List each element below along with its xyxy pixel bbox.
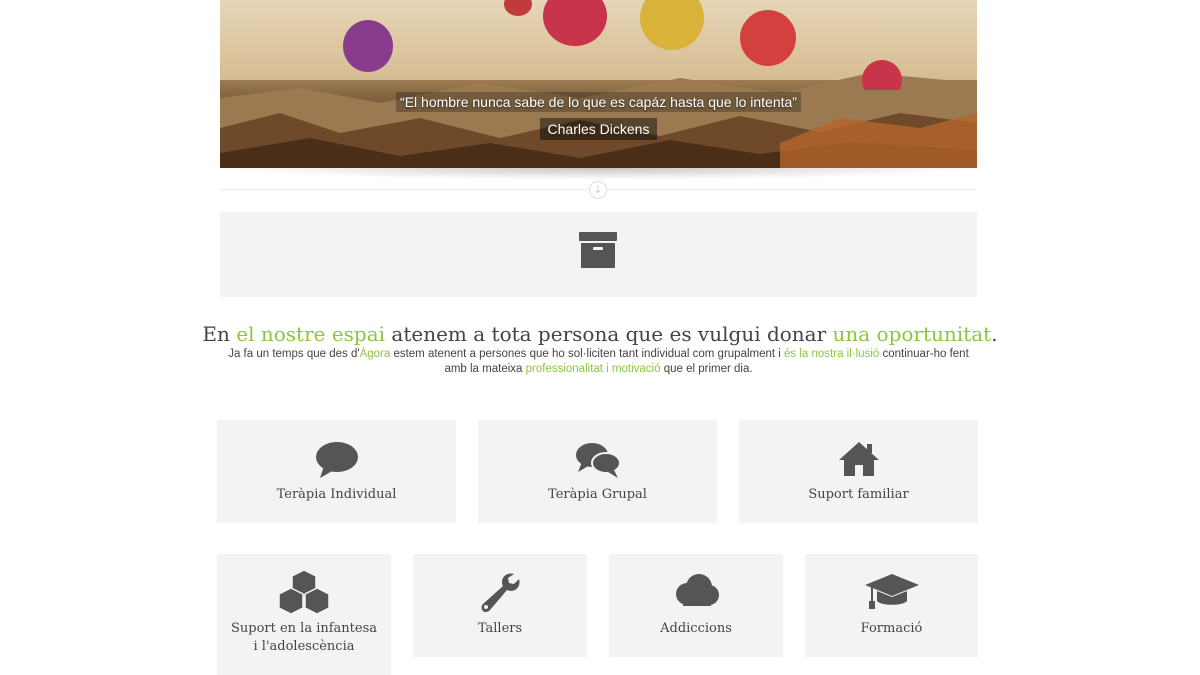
cubes-icon (278, 570, 330, 614)
cloud-icon (676, 574, 719, 606)
hero-quote: “El hombre nunca sabe de lo que es capáz… (220, 92, 977, 112)
chat-bubbles-icon (575, 443, 620, 478)
service-card-addiccions[interactable]: Addiccions (609, 554, 783, 657)
hero-banner: “El hombre nunca sabe de lo que es capáz… (220, 0, 977, 168)
service-card-suport-infantesa[interactable]: Suport en la infantesa i l'adolescència (217, 554, 391, 675)
service-card-label: Suport en la infantesa i l'adolescència (230, 621, 378, 654)
hero-quote-author: Charles Dickens (539, 118, 658, 140)
graduation-cap-icon (864, 574, 919, 609)
service-card-label: Teràpia Grupal (548, 487, 647, 502)
archive-box-icon (579, 232, 617, 268)
intro-title: En el nostre espai atenem a tota persona… (202, 322, 998, 346)
service-card-terapia-individual[interactable]: Teràpia Individual (217, 420, 456, 523)
home-icon (838, 442, 879, 476)
agora-link[interactable]: Àgora (360, 348, 391, 360)
service-card-label: Formació (860, 621, 923, 636)
archive-section (220, 212, 977, 297)
speech-bubble-icon (315, 442, 358, 478)
service-card-label: Tallers (477, 621, 523, 636)
hero-shadow (224, 168, 974, 180)
service-card-label: Addiccions (660, 621, 732, 636)
service-card-tallers[interactable]: Tallers (413, 554, 587, 657)
service-card-suport-familiar[interactable]: Suport familiar (739, 420, 978, 523)
intro-paragraph: Ja fa un temps que des d'Àgora estem ate… (228, 348, 969, 375)
service-card-formacio[interactable]: Formació (805, 554, 978, 657)
service-card-label: Teràpia Individual (276, 487, 397, 502)
scroll-down-icon[interactable]: ↓ (589, 181, 607, 199)
balloon-image (343, 0, 902, 90)
service-card-terapia-grupal[interactable]: Teràpia Grupal (478, 420, 717, 523)
wrench-icon (481, 573, 520, 612)
service-card-label: Suport familiar (808, 487, 909, 502)
